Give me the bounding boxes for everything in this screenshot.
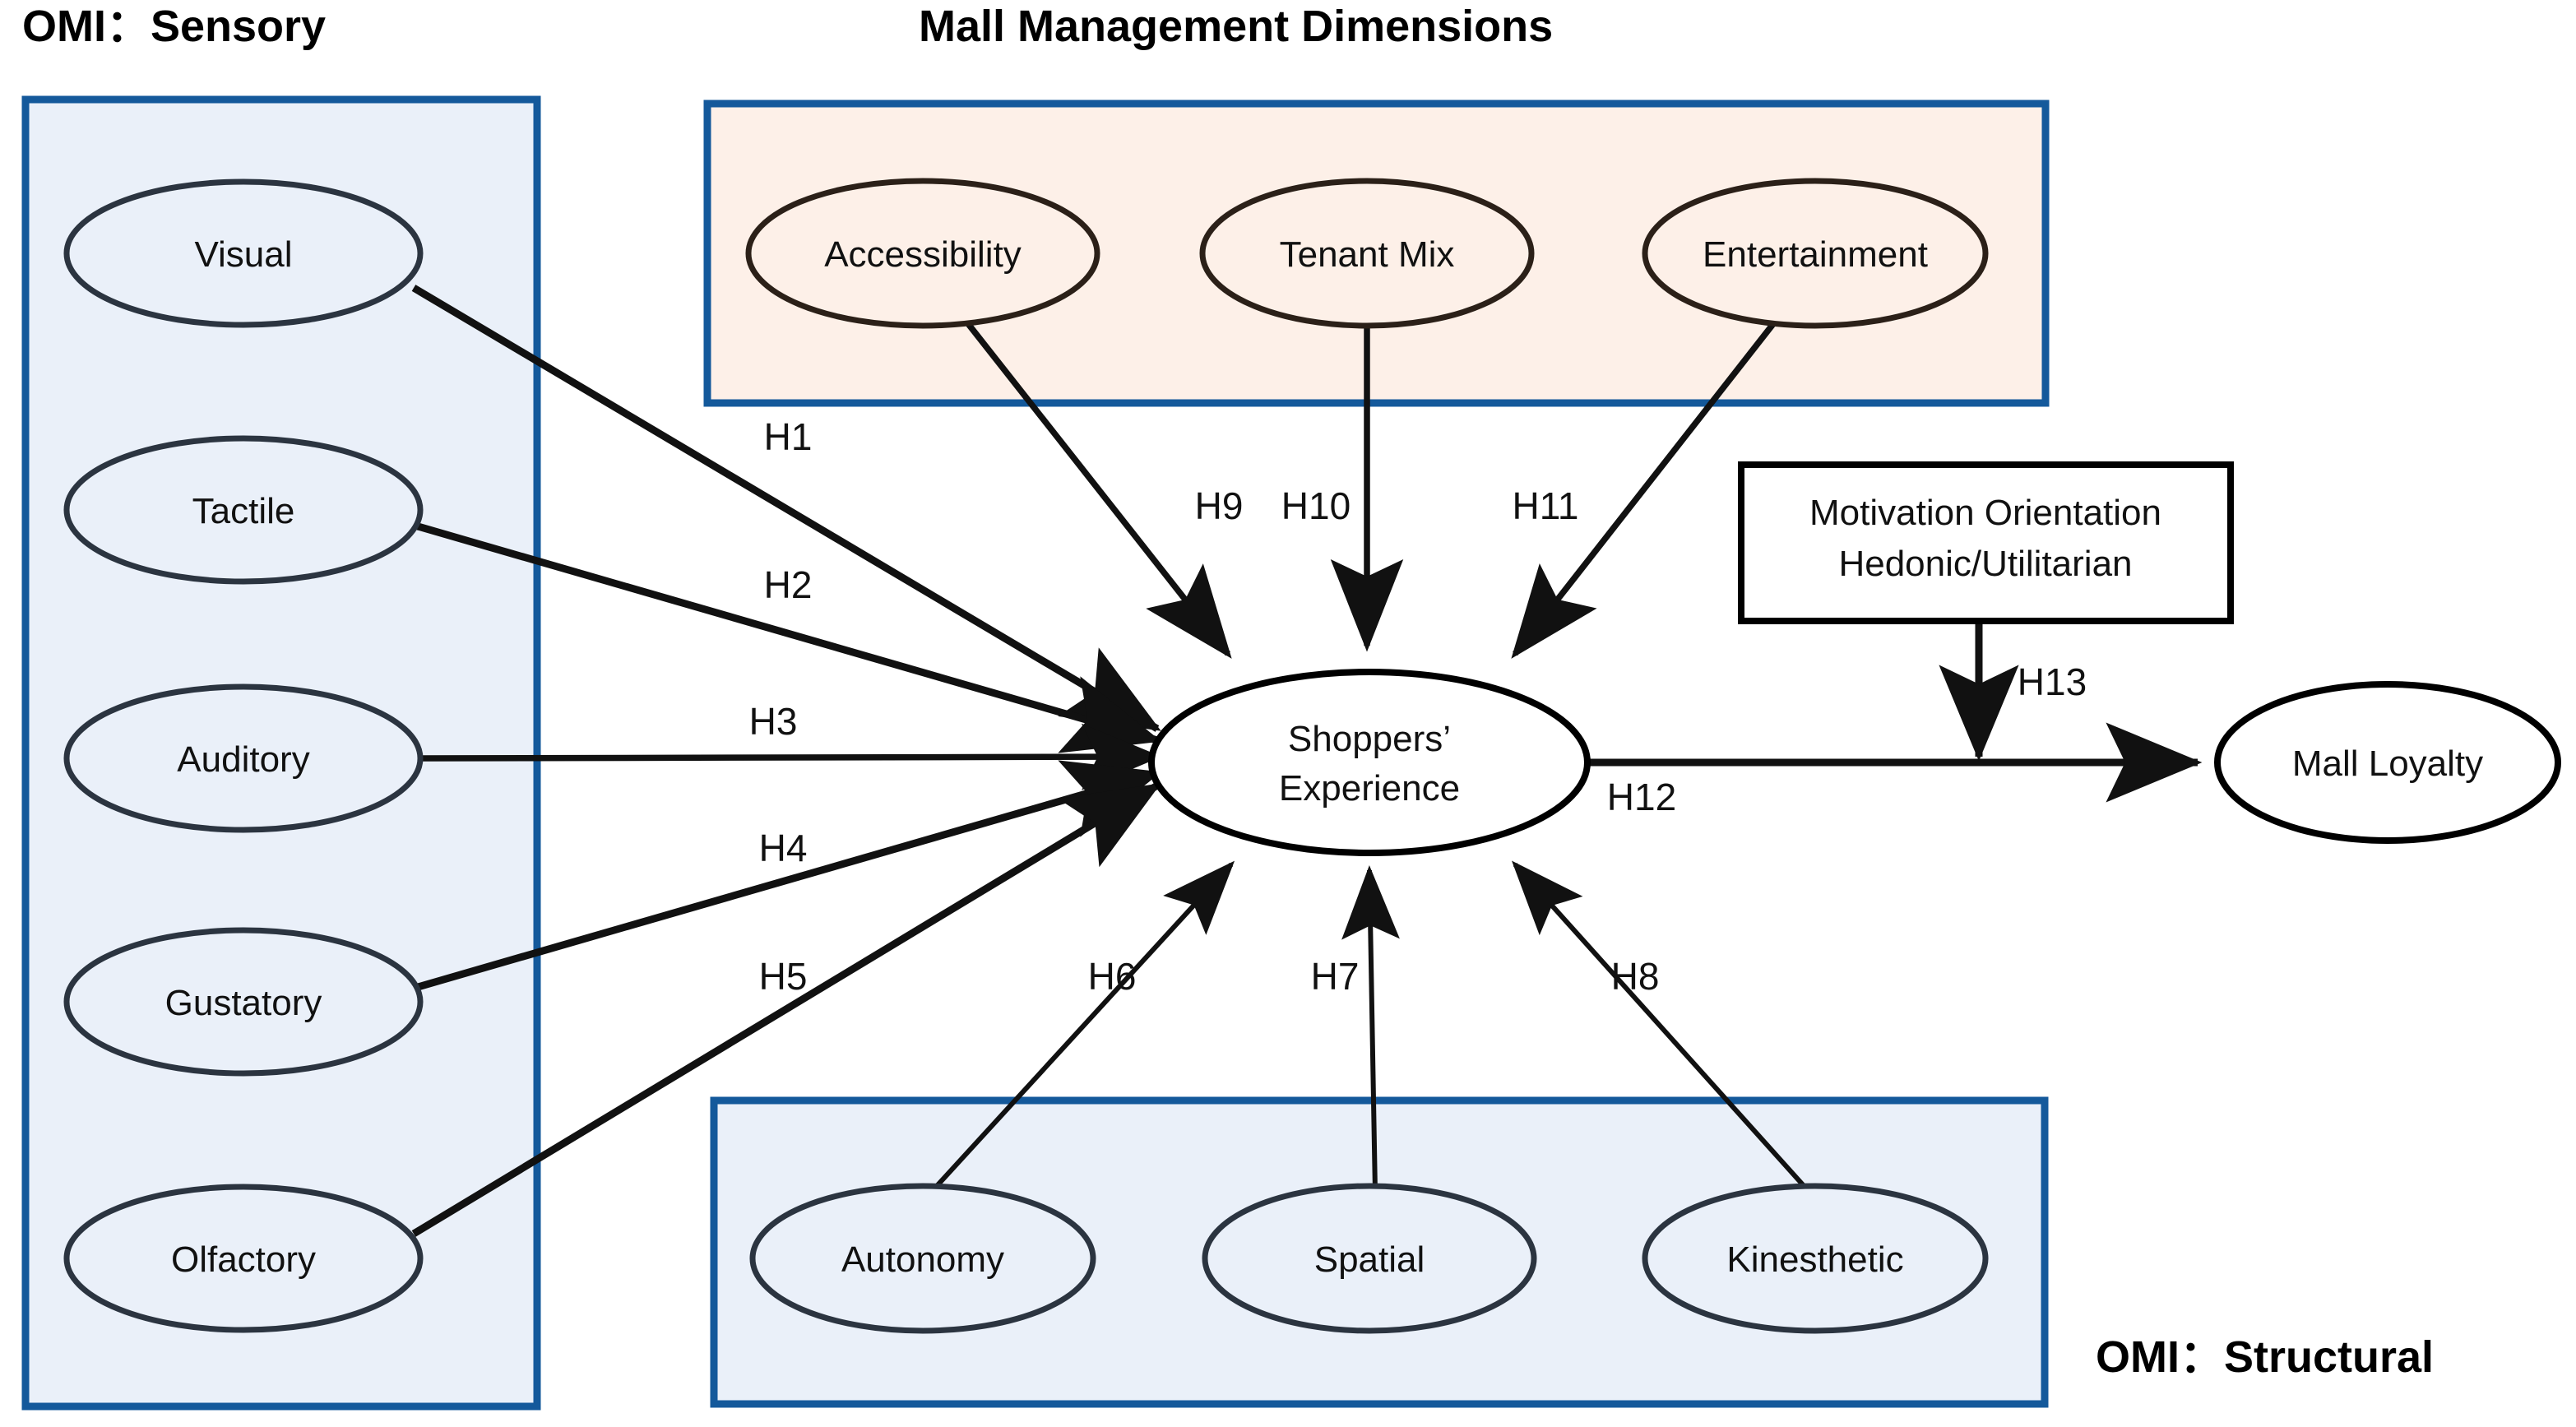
node-label-visual: Visual — [194, 234, 292, 275]
rect-motivation-orientation — [1738, 461, 2234, 624]
node-label-shoppers-experience-line1: Shoppers’ — [1288, 719, 1451, 759]
node-motivation-orientation[interactable]: Motivation Orientation Hedonic/Utilitari… — [1738, 461, 2234, 624]
node-accessibility[interactable]: Accessibility — [745, 178, 1100, 329]
ellipse-shoppers-experience — [1148, 669, 1591, 856]
node-label-gustatory: Gustatory — [165, 983, 322, 1023]
node-label-accessibility: Accessibility — [824, 234, 1022, 275]
conceptual-model-diagram: Visual Tactile Auditory Gustatory Olfact… — [0, 0, 2576, 1427]
hypothesis-label-h5: H5 — [759, 955, 808, 998]
hypothesis-label-h11: H11 — [1513, 484, 1579, 527]
node-entertainment[interactable]: Entertainment — [1642, 178, 1989, 329]
hypothesis-label-h12: H12 — [1607, 776, 1676, 818]
hypothesis-label-h6: H6 — [1088, 955, 1137, 998]
node-kinesthetic[interactable]: Kinesthetic — [1642, 1183, 1989, 1334]
node-tactile[interactable]: Tactile — [63, 435, 424, 585]
node-label-kinesthetic: Kinesthetic — [1726, 1239, 1903, 1280]
hypothesis-label-h9: H9 — [1195, 484, 1244, 527]
hypothesis-label-h10: H10 — [1281, 484, 1351, 527]
node-label-spatial: Spatial — [1314, 1239, 1425, 1280]
node-label-tenant-mix: Tenant Mix — [1280, 234, 1455, 275]
node-label-shoppers-experience-line2: Experience — [1279, 768, 1460, 808]
node-label-tactile: Tactile — [192, 491, 295, 531]
node-label-autonomy: Autonomy — [841, 1239, 1004, 1280]
hypothesis-label-h4: H4 — [759, 827, 808, 869]
node-label-entertainment: Entertainment — [1703, 234, 1928, 275]
group-title-mall-management: Mall Management Dimensions — [919, 2, 1553, 51]
node-label-mall-loyalty: Mall Loyalty — [2292, 744, 2483, 784]
edge-h3 — [420, 723, 1162, 790]
node-autonomy[interactable]: Autonomy — [749, 1183, 1096, 1334]
node-label-olfactory: Olfactory — [171, 1239, 316, 1280]
node-label-auditory: Auditory — [177, 739, 309, 780]
hypothesis-label-h7: H7 — [1311, 955, 1360, 998]
node-label-motivation-line2: Hedonic/Utilitarian — [1838, 544, 2132, 584]
hypothesis-label-h8: H8 — [1611, 955, 1660, 998]
node-olfactory[interactable]: Olfactory — [63, 1184, 424, 1333]
group-title-omi-structural: OMI：Structural — [2096, 1332, 2434, 1382]
node-tenant-mix[interactable]: Tenant Mix — [1199, 178, 1535, 329]
hypothesis-label-h3: H3 — [749, 700, 798, 743]
hypothesis-label-h2: H2 — [764, 563, 813, 606]
node-auditory[interactable]: Auditory — [63, 683, 424, 833]
node-label-motivation-line1: Motivation Orientation — [1809, 493, 2161, 533]
hypothesis-label-h13: H13 — [2018, 660, 2087, 703]
node-spatial[interactable]: Spatial — [1202, 1183, 1537, 1334]
node-shoppers-experience[interactable]: Shoppers’ Experience — [1148, 669, 1591, 856]
node-visual[interactable]: Visual — [63, 178, 424, 328]
diagram-canvas: Visual Tactile Auditory Gustatory Olfact… — [21, 2, 2561, 1411]
node-mall-loyalty[interactable]: Mall Loyalty — [2214, 681, 2561, 844]
hypothesis-label-h1: H1 — [764, 415, 813, 458]
node-gustatory[interactable]: Gustatory — [63, 927, 424, 1077]
group-title-omi-sensory: OMI：Sensory — [22, 2, 326, 51]
